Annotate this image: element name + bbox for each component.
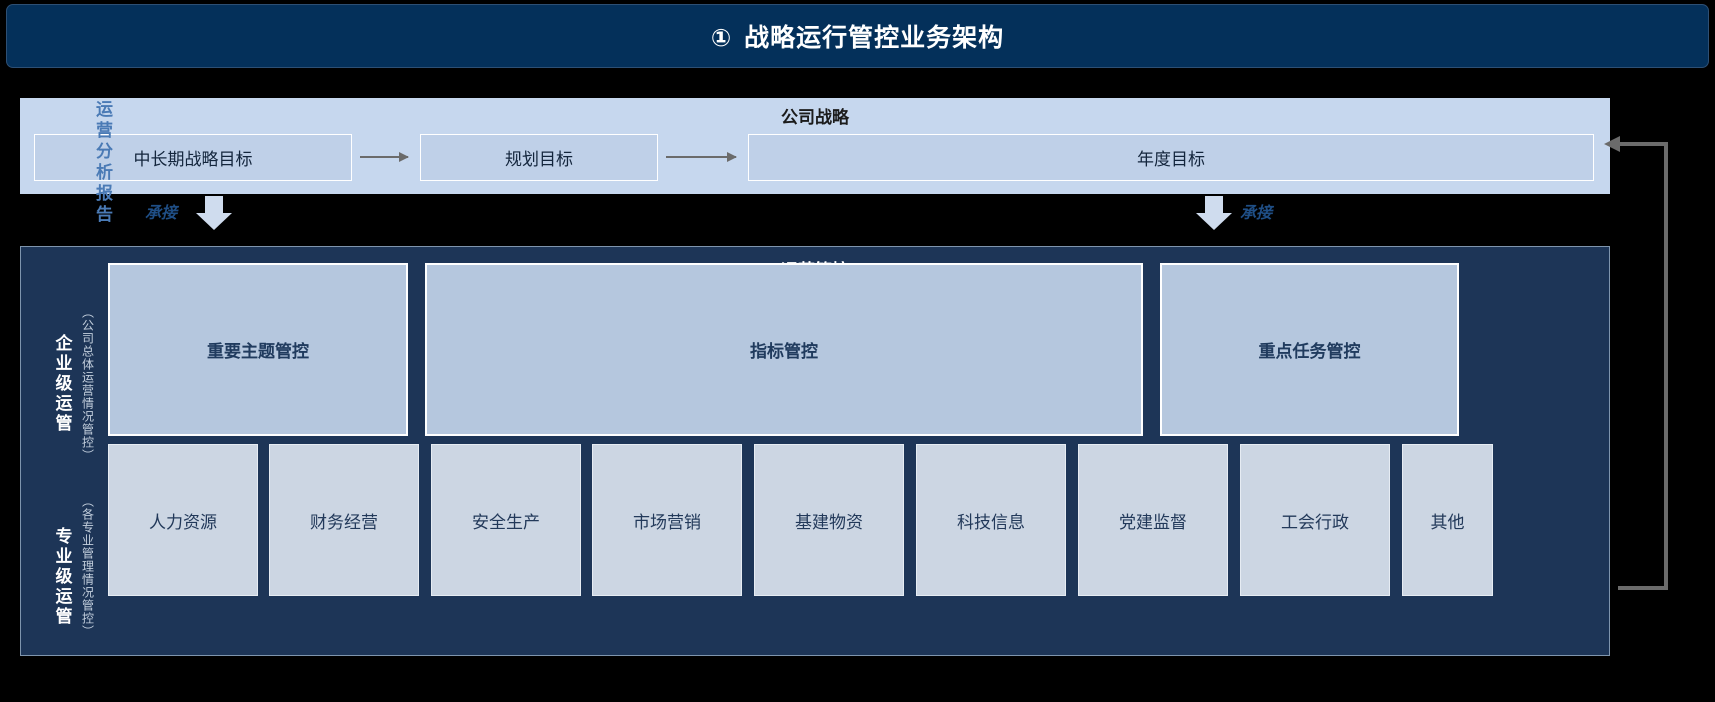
tier2-box[interactable]: 安全生产: [431, 444, 581, 596]
chengjie-label-right: 承接: [1240, 205, 1273, 222]
tier1-box-keytask[interactable]: 重点任务管控: [1160, 263, 1459, 436]
strategy-box-annual[interactable]: 年度目标: [748, 134, 1594, 181]
tier2-box[interactable]: 基建物资: [754, 444, 904, 596]
feedback-loop-label: 运营分析报告: [93, 100, 112, 226]
tier-sublabel-professional: （各专业管理情况管控）: [80, 494, 95, 638]
header-number: ①: [710, 25, 733, 52]
tier-label-enterprise: 企业级运管: [52, 334, 72, 434]
tier2-box[interactable]: 人力资源: [108, 444, 258, 596]
tier2-box[interactable]: 党建监督: [1078, 444, 1228, 596]
down-arrow-left-icon: [196, 196, 232, 230]
strategy-section-title: 公司战略: [781, 108, 849, 127]
strategy-arrow-2: [666, 152, 737, 162]
strategy-arrow-1: [360, 152, 409, 162]
page-title: ① 战略运行管控业务架构: [711, 18, 1004, 54]
header-title-text: 战略运行管控业务架构: [744, 24, 1005, 52]
diagram-canvas: ① 战略运行管控业务架构 公司战略 中长期战略目标 规划目标 年度目标 承接 承接…: [0, 0, 1715, 702]
company-strategy-section: 公司战略 中长期战略目标 规划目标 年度目标: [20, 98, 1610, 194]
tier2-box[interactable]: 市场营销: [592, 444, 742, 596]
tier2-box[interactable]: 财务经营: [269, 444, 419, 596]
tier-sublabel-enterprise: （公司总体运营情况管控）: [80, 306, 95, 462]
tier2-box[interactable]: 科技信息: [916, 444, 1066, 596]
tier-label-professional: 专业级运管: [52, 527, 72, 627]
tier2-box[interactable]: 工会行政: [1240, 444, 1390, 596]
strategy-box-longterm[interactable]: 中长期战略目标: [34, 134, 352, 181]
tier2-box[interactable]: 其他: [1402, 444, 1493, 596]
down-arrow-right-icon: [1196, 196, 1232, 230]
operations-control-section: 运营管控 企业级运管 （公司总体运营情况管控） 专业级运管 （各专业管理情况管控…: [20, 246, 1610, 656]
tier1-box-indicator[interactable]: 指标管控: [425, 263, 1143, 436]
arrowhead-icon: [1604, 136, 1620, 152]
strategy-box-plan[interactable]: 规划目标: [420, 134, 658, 181]
feedback-loop-arrow: [1600, 130, 1715, 600]
chengjie-label-left: 承接: [145, 205, 178, 222]
tier1-box-theme[interactable]: 重要主题管控: [108, 263, 408, 436]
page-header: ① 战略运行管控业务架构: [6, 4, 1709, 68]
